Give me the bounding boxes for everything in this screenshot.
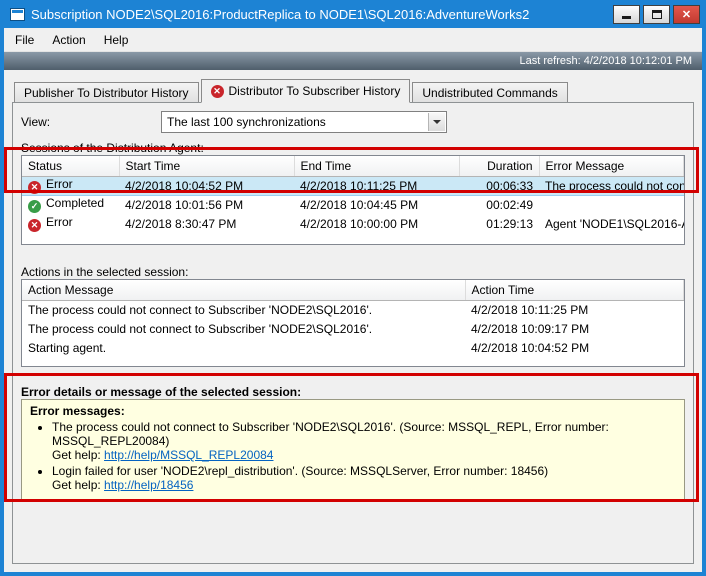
action-row[interactable]: The process could not connect to Subscri… xyxy=(22,319,684,338)
actions-table: Action Message Action Time The process c… xyxy=(21,279,685,367)
error-icon xyxy=(211,85,224,98)
end-time-cell: 4/2/2018 10:11:25 PM xyxy=(294,176,459,195)
status-strip: Last refresh: 4/2/2018 10:12:01 PM xyxy=(4,52,702,70)
close-button[interactable] xyxy=(673,5,700,24)
window-title: Subscription NODE2\SQL2016:ProductReplic… xyxy=(31,7,613,22)
start-time-cell: 4/2/2018 10:04:52 PM xyxy=(119,176,294,195)
actions-header-row: Action Message Action Time xyxy=(22,280,684,300)
menu-bar: File Action Help xyxy=(4,28,702,52)
column-header-duration[interactable]: Duration xyxy=(459,156,539,176)
success-icon xyxy=(28,200,41,213)
action-message-cell: The process could not connect to Subscri… xyxy=(22,300,465,319)
maximize-button[interactable] xyxy=(643,5,670,24)
tab-strip: Publisher To Distributor History Distrib… xyxy=(14,78,702,102)
action-row[interactable]: The process could not connect to Subscri… xyxy=(22,300,684,319)
column-header-action-time[interactable]: Action Time xyxy=(465,280,684,300)
window-controls xyxy=(613,5,700,24)
session-row[interactable]: Error 4/2/2018 10:04:52 PM 4/2/2018 10:1… xyxy=(22,176,684,195)
session-row[interactable]: Completed 4/2/2018 10:01:56 PM 4/2/2018 … xyxy=(22,195,684,214)
error-message-text: The process could not connect to Subscri… xyxy=(52,420,676,448)
error-message-item: Login failed for user 'NODE2\repl_distri… xyxy=(52,464,676,492)
last-refresh-text: Last refresh: 4/2/2018 10:12:01 PM xyxy=(520,55,692,67)
start-time-cell: 4/2/2018 10:01:56 PM xyxy=(119,195,294,214)
tab-label: Distributor To Subscriber History xyxy=(229,84,401,98)
chevron-down-icon xyxy=(433,120,441,124)
minimize-button[interactable] xyxy=(613,5,640,24)
actions-label: Actions in the selected session: xyxy=(21,265,188,279)
maximize-icon xyxy=(652,10,662,19)
action-time-cell: 4/2/2018 10:04:52 PM xyxy=(465,338,684,357)
action-message-cell: The process could not connect to Subscri… xyxy=(22,319,465,338)
view-label: View: xyxy=(21,115,50,129)
error-details-label: Error details or message of the selected… xyxy=(21,385,301,399)
action-row[interactable]: Starting agent. 4/2/2018 10:04:52 PM xyxy=(22,338,684,357)
action-time-cell: 4/2/2018 10:11:25 PM xyxy=(465,300,684,319)
error-message-cell xyxy=(539,195,684,214)
column-header-start-time[interactable]: Start Time xyxy=(119,156,294,176)
error-message-cell: The process could not connect to ... xyxy=(539,176,684,195)
duration-cell: 00:02:49 xyxy=(459,195,539,214)
help-link[interactable]: http://help/18456 xyxy=(104,478,193,492)
view-dropdown[interactable]: The last 100 synchronizations xyxy=(161,111,447,133)
error-messages-heading: Error messages: xyxy=(30,404,676,418)
error-messages-box: Error messages: The process could not co… xyxy=(21,399,685,501)
error-help-line: Get help: http://help/MSSQL_REPL20084 xyxy=(52,448,676,462)
sessions-header-row: Status Start Time End Time Duration Erro… xyxy=(22,156,684,176)
error-icon xyxy=(28,181,41,194)
error-message-cell: Agent 'NODE1\SQL2016-Adventu... xyxy=(539,214,684,233)
sessions-table: Status Start Time End Time Duration Erro… xyxy=(21,155,685,245)
status-cell: Completed xyxy=(22,195,119,214)
error-help-line: Get help: http://help/18456 xyxy=(52,478,676,492)
end-time-cell: 4/2/2018 10:04:45 PM xyxy=(294,195,459,214)
app-icon xyxy=(10,8,25,21)
menu-item-action[interactable]: Action xyxy=(43,29,94,51)
column-header-end-time[interactable]: End Time xyxy=(294,156,459,176)
end-time-cell: 4/2/2018 10:00:00 PM xyxy=(294,214,459,233)
tab-undistributed-commands[interactable]: Undistributed Commands xyxy=(412,82,567,102)
window-body: File Action Help Last refresh: 4/2/2018 … xyxy=(4,28,702,572)
help-link[interactable]: http://help/MSSQL_REPL20084 xyxy=(104,448,273,462)
menu-item-file[interactable]: File xyxy=(6,29,43,51)
error-messages-list: The process could not connect to Subscri… xyxy=(52,420,676,492)
tab-distributor-to-subscriber-history[interactable]: Distributor To Subscriber History xyxy=(201,79,411,103)
action-message-cell: Starting agent. xyxy=(22,338,465,357)
duration-cell: 01:29:13 xyxy=(459,214,539,233)
column-header-status[interactable]: Status xyxy=(22,156,119,176)
replication-monitor-window: Subscription NODE2\SQL2016:ProductReplic… xyxy=(0,0,706,576)
column-header-error-message[interactable]: Error Message xyxy=(539,156,684,176)
tab-content-panel: View: The last 100 synchronizations Sess… xyxy=(12,102,694,564)
titlebar: Subscription NODE2\SQL2016:ProductReplic… xyxy=(4,0,702,28)
error-icon xyxy=(28,219,41,232)
error-message-item: The process could not connect to Subscri… xyxy=(52,420,676,462)
start-time-cell: 4/2/2018 8:30:47 PM xyxy=(119,214,294,233)
sessions-label: Sessions of the Distribution Agent: xyxy=(21,141,204,155)
session-row[interactable]: Error 4/2/2018 8:30:47 PM 4/2/2018 10:00… xyxy=(22,214,684,233)
column-header-action-message[interactable]: Action Message xyxy=(22,280,465,300)
dropdown-button[interactable] xyxy=(428,113,445,131)
menu-item-help[interactable]: Help xyxy=(95,29,138,51)
view-dropdown-value: The last 100 synchronizations xyxy=(167,115,326,129)
tab-publisher-to-distributor-history[interactable]: Publisher To Distributor History xyxy=(14,82,199,102)
duration-cell: 00:06:33 xyxy=(459,176,539,195)
minimize-icon xyxy=(622,16,631,19)
tab-label: Undistributed Commands xyxy=(422,86,557,100)
status-cell: Error xyxy=(22,176,119,195)
error-message-text: Login failed for user 'NODE2\repl_distri… xyxy=(52,464,676,478)
status-cell: Error xyxy=(22,214,119,233)
tab-label: Publisher To Distributor History xyxy=(24,86,189,100)
action-time-cell: 4/2/2018 10:09:17 PM xyxy=(465,319,684,338)
